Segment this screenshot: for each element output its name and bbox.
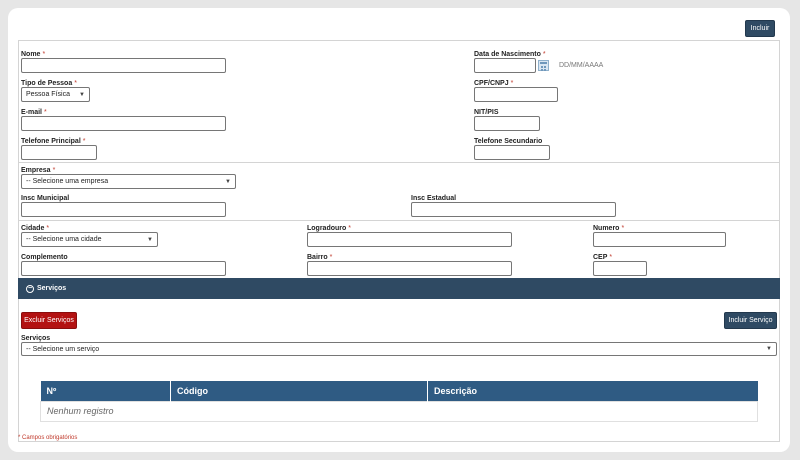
empresa-label: Empresa * bbox=[21, 167, 56, 174]
insc-estadual-input[interactable] bbox=[411, 202, 616, 217]
required-fields-note: * Campos obrigatórios bbox=[18, 435, 78, 441]
nascimento-input[interactable] bbox=[474, 58, 536, 73]
bairro-label: Bairro * bbox=[307, 254, 333, 261]
servicos-table: Nº Código Descrição Nenhum registro bbox=[40, 381, 758, 422]
nome-label: Nome * bbox=[21, 51, 46, 58]
cep-label: CEP * bbox=[593, 254, 613, 261]
logradouro-input[interactable] bbox=[307, 232, 512, 247]
tel-secundario-input[interactable] bbox=[474, 145, 550, 160]
insc-municipal-label: Insc Municipal bbox=[21, 195, 70, 202]
complemento-label: Complemento bbox=[21, 254, 68, 261]
nome-input[interactable] bbox=[21, 58, 226, 73]
tipo-pessoa-label: Tipo de Pessoa * bbox=[21, 80, 77, 87]
column-header-numero[interactable]: Nº bbox=[40, 381, 171, 401]
tel-principal-label: Telefone Principal * bbox=[21, 138, 86, 145]
insc-estadual-label: Insc Estadual bbox=[411, 195, 457, 202]
nit-input[interactable] bbox=[474, 116, 540, 131]
numero-label: Numero * bbox=[593, 225, 625, 232]
tel-principal-input[interactable] bbox=[21, 145, 97, 160]
cidade-label: Cidade * bbox=[21, 225, 50, 232]
form-card: Incluir Nome * Data de Nascimento * DD/MM/… bbox=[8, 8, 790, 452]
nit-label: NIT/PIS bbox=[474, 109, 499, 116]
servicos-bar-label: Serviços bbox=[37, 285, 67, 292]
cpf-input[interactable] bbox=[474, 87, 558, 102]
incluir-servico-button[interactable]: Incluir Serviço bbox=[724, 312, 777, 329]
column-header-descricao[interactable]: Descrição bbox=[427, 381, 758, 401]
calendar-icon[interactable] bbox=[538, 60, 549, 71]
tel-secundario-label: Telefone Secundario bbox=[474, 138, 543, 145]
section-divider bbox=[18, 162, 780, 163]
table-row: Nenhum registro bbox=[40, 400, 758, 422]
section-divider bbox=[18, 220, 780, 221]
excluir-servicos-button[interactable]: Excluir Serviços bbox=[21, 312, 77, 329]
chevron-down-icon: ▼ bbox=[147, 236, 153, 243]
collapse-icon: − bbox=[26, 284, 34, 293]
chevron-down-icon: ▼ bbox=[225, 178, 231, 185]
logradouro-label: Logradouro * bbox=[307, 225, 352, 232]
bairro-input[interactable] bbox=[307, 261, 512, 276]
servicos-select[interactable]: -- Selecione um serviço ▼ bbox=[21, 342, 777, 356]
empty-message: Nenhum registro bbox=[40, 400, 758, 422]
cep-input[interactable] bbox=[593, 261, 647, 276]
numero-input[interactable] bbox=[593, 232, 726, 247]
servicos-label: Serviços bbox=[21, 335, 51, 342]
email-input[interactable] bbox=[21, 116, 226, 131]
servicos-toggle-bar[interactable]: − Serviços bbox=[18, 278, 780, 299]
column-header-codigo[interactable]: Código bbox=[170, 381, 428, 401]
cidade-select[interactable]: -- Selecione uma cidade ▼ bbox=[21, 232, 158, 247]
insc-municipal-input[interactable] bbox=[21, 202, 226, 217]
incluir-button[interactable]: Incluir bbox=[745, 20, 775, 37]
complemento-input[interactable] bbox=[21, 261, 226, 276]
chevron-down-icon: ▼ bbox=[766, 346, 772, 352]
chevron-down-icon: ▼ bbox=[79, 91, 85, 98]
tipo-pessoa-select[interactable]: Pessoa Física ▼ bbox=[21, 87, 90, 102]
empresa-select[interactable]: -- Selecione uma empresa ▼ bbox=[21, 174, 236, 189]
email-label: E-mail * bbox=[21, 109, 47, 116]
cpf-label: CPF/CNPJ * bbox=[474, 80, 514, 87]
date-format-hint: DD/MM/AAAA bbox=[559, 62, 604, 69]
nascimento-label: Data de Nascimento * bbox=[474, 51, 546, 58]
